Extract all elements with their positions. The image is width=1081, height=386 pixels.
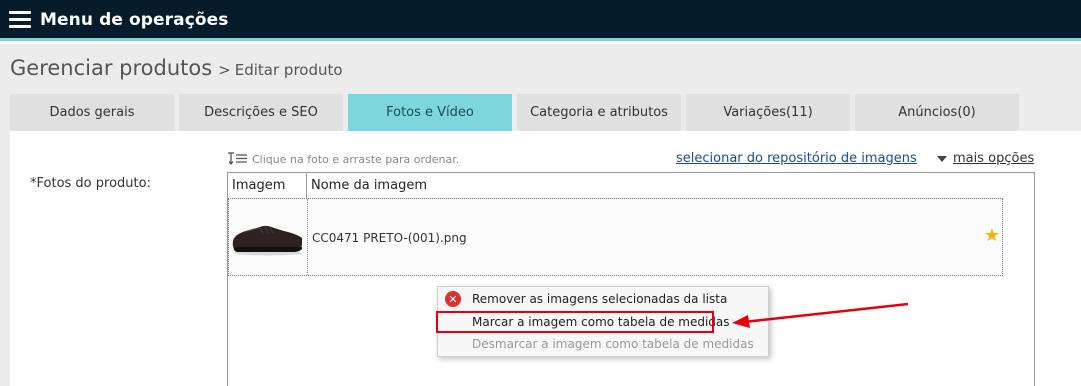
breadcrumb-main[interactable]: Gerenciar produtos — [10, 56, 212, 80]
shoe-thumbnail[interactable] — [230, 217, 306, 257]
tab-dados-gerais[interactable]: Dados gerais — [10, 94, 174, 131]
tab-descricoes-seo[interactable]: Descrições e SEO — [179, 94, 343, 131]
more-options-link[interactable]: mais opções — [937, 151, 1034, 166]
tab-categoria-atributos[interactable]: Categoria e atributos — [517, 94, 681, 131]
table-row[interactable]: CC0471 PRETO-(001).png ★ — [228, 198, 1003, 276]
photos-field-label: *Fotos do produto: — [30, 176, 151, 191]
more-options-label: mais opções — [953, 151, 1035, 166]
reorder-hint: Clique na foto e arraste para ordenar. — [228, 152, 459, 166]
column-header-image: Imagem — [228, 173, 307, 198]
hamburger-menu-icon[interactable] — [9, 11, 31, 29]
star-icon[interactable]: ★ — [984, 225, 1000, 246]
chevron-down-icon — [937, 155, 947, 162]
reorder-hint-text: Clique na foto e arraste para ordenar. — [252, 152, 460, 166]
tab-fotos-video[interactable]: Fotos e Vídeo — [348, 94, 512, 131]
sort-icon — [228, 152, 247, 166]
app-title: Menu de operações — [40, 10, 229, 30]
menu-item-unmark-size-chart: Desmarcar a imagem como tabela de medida… — [472, 337, 754, 351]
column-header-name: Nome da imagem — [311, 178, 427, 193]
image-cell[interactable] — [229, 199, 308, 275]
select-from-repository-link[interactable]: selecionar do repositório de imagens — [676, 151, 917, 166]
remove-icon: ✕ — [445, 291, 461, 307]
breadcrumb: Gerenciar produtos > Editar produto — [10, 56, 343, 80]
breadcrumb-separator: > — [218, 61, 231, 79]
top-bar: Menu de operações — [0, 0, 1081, 41]
tab-variacoes[interactable]: Variações(11) — [686, 94, 850, 131]
menu-item-remove-selected[interactable]: Remover as imagens selecionadas da lista — [472, 292, 727, 306]
annotation-arrow-icon — [732, 302, 909, 328]
breadcrumb-current: Editar produto — [234, 61, 343, 79]
image-name: CC0471 PRETO-(001).png — [312, 231, 467, 245]
tab-anuncios[interactable]: Anúncios(0) — [855, 94, 1019, 131]
annotation-highlight-box — [436, 311, 714, 333]
